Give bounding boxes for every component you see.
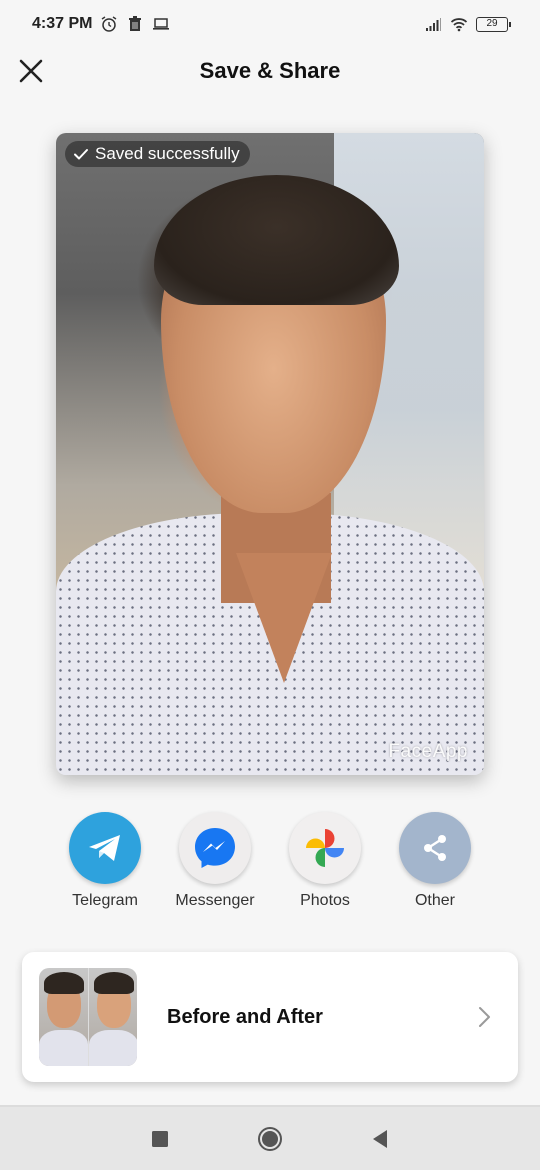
page-title: Save & Share bbox=[199, 58, 341, 83]
result-photo[interactable]: Saved successfully FaceApp bbox=[56, 133, 484, 775]
other-circle bbox=[399, 812, 471, 884]
telegram-circle bbox=[69, 812, 141, 884]
share-label-other: Other bbox=[414, 892, 455, 909]
recents-button[interactable] bbox=[105, 1114, 215, 1164]
saved-status-badge: Saved successfully bbox=[65, 141, 250, 167]
saved-message: Saved successfully bbox=[95, 144, 240, 163]
laptop-icon bbox=[153, 18, 170, 30]
system-nav-bar bbox=[0, 1105, 540, 1170]
messenger-circle bbox=[179, 812, 251, 884]
signal-icon bbox=[426, 18, 441, 31]
share-icon bbox=[424, 835, 446, 861]
before-thumbnail bbox=[39, 968, 88, 1066]
home-icon bbox=[258, 1126, 282, 1151]
back-button[interactable] bbox=[325, 1114, 435, 1164]
messenger-icon bbox=[195, 828, 235, 868]
close-icon bbox=[19, 59, 43, 83]
app-bar: Save & Share bbox=[0, 48, 540, 94]
battery-level: 29 bbox=[486, 17, 498, 29]
check-icon bbox=[74, 149, 88, 160]
battery-icon: 29 bbox=[476, 16, 511, 32]
share-label-telegram: Telegram bbox=[72, 892, 138, 909]
share-label-messenger: Messenger bbox=[175, 892, 255, 909]
trash-icon bbox=[129, 16, 142, 31]
telegram-icon bbox=[89, 835, 120, 861]
close-button[interactable] bbox=[14, 54, 48, 88]
home-button[interactable] bbox=[215, 1114, 325, 1164]
wifi-icon bbox=[450, 18, 468, 32]
before-after-button[interactable]: Before and After bbox=[22, 952, 518, 1082]
alarm-icon bbox=[102, 16, 117, 32]
before-after-label: Before and After bbox=[167, 1005, 323, 1028]
share-targets: Telegram Messenger Photos Other bbox=[50, 812, 490, 910]
share-other-button[interactable]: Other bbox=[380, 812, 490, 910]
after-thumbnail bbox=[88, 968, 137, 1066]
share-telegram-button[interactable]: Telegram bbox=[50, 812, 160, 910]
faceapp-watermark: FaceApp bbox=[388, 741, 468, 762]
status-time: 4:37 PM bbox=[32, 15, 93, 32]
share-photos-button[interactable]: Photos bbox=[270, 812, 380, 910]
share-label-photos: Photos bbox=[300, 892, 350, 909]
recents-icon bbox=[152, 1130, 168, 1147]
photo-collar bbox=[236, 553, 332, 683]
share-messenger-button[interactable]: Messenger bbox=[160, 812, 270, 910]
back-icon bbox=[373, 1129, 387, 1148]
google-photos-icon bbox=[306, 829, 344, 867]
chevron-right-icon bbox=[479, 1007, 490, 1027]
photos-circle bbox=[289, 812, 361, 884]
before-after-thumbnail bbox=[39, 968, 137, 1066]
status-bar: 4:37 PM 29 bbox=[0, 0, 540, 48]
